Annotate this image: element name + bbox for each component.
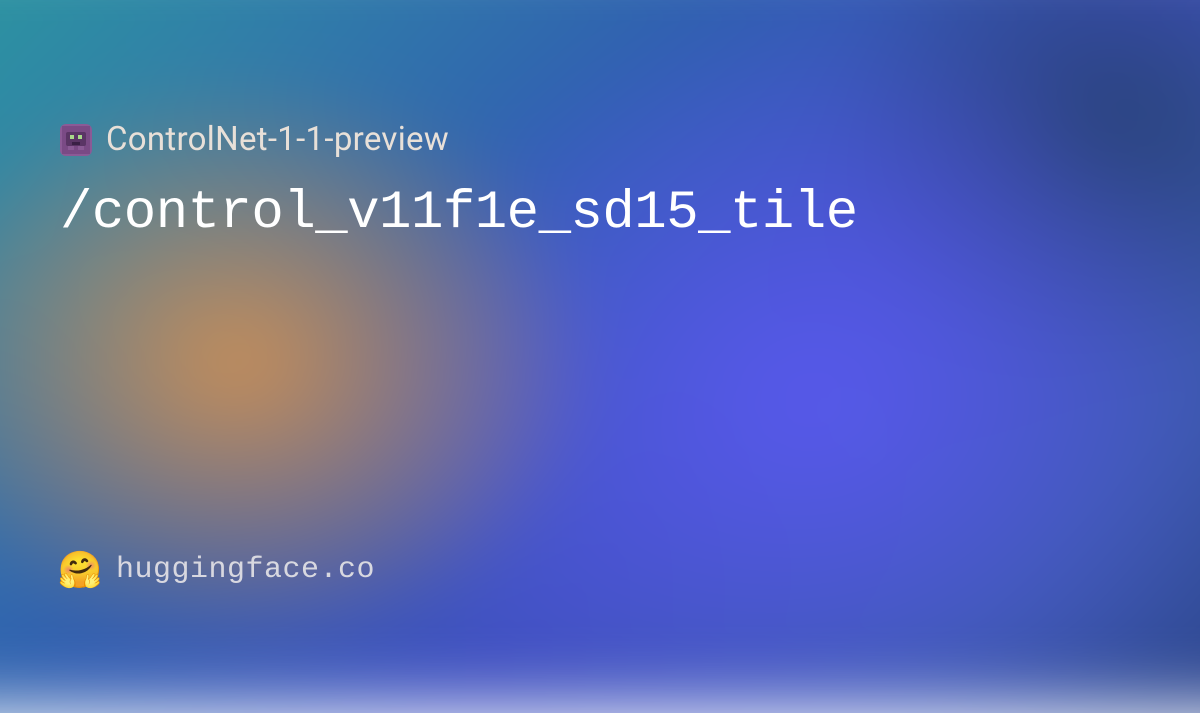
org-avatar-icon xyxy=(60,124,92,156)
model-path: /control_v11f1e_sd15_tile xyxy=(60,183,1140,244)
card-content: ControlNet-1-1-preview /control_v11f1e_s… xyxy=(0,0,1200,648)
org-row: ControlNet-1-1-preview xyxy=(60,120,1140,159)
org-name: ControlNet-1-1-preview xyxy=(106,120,449,159)
